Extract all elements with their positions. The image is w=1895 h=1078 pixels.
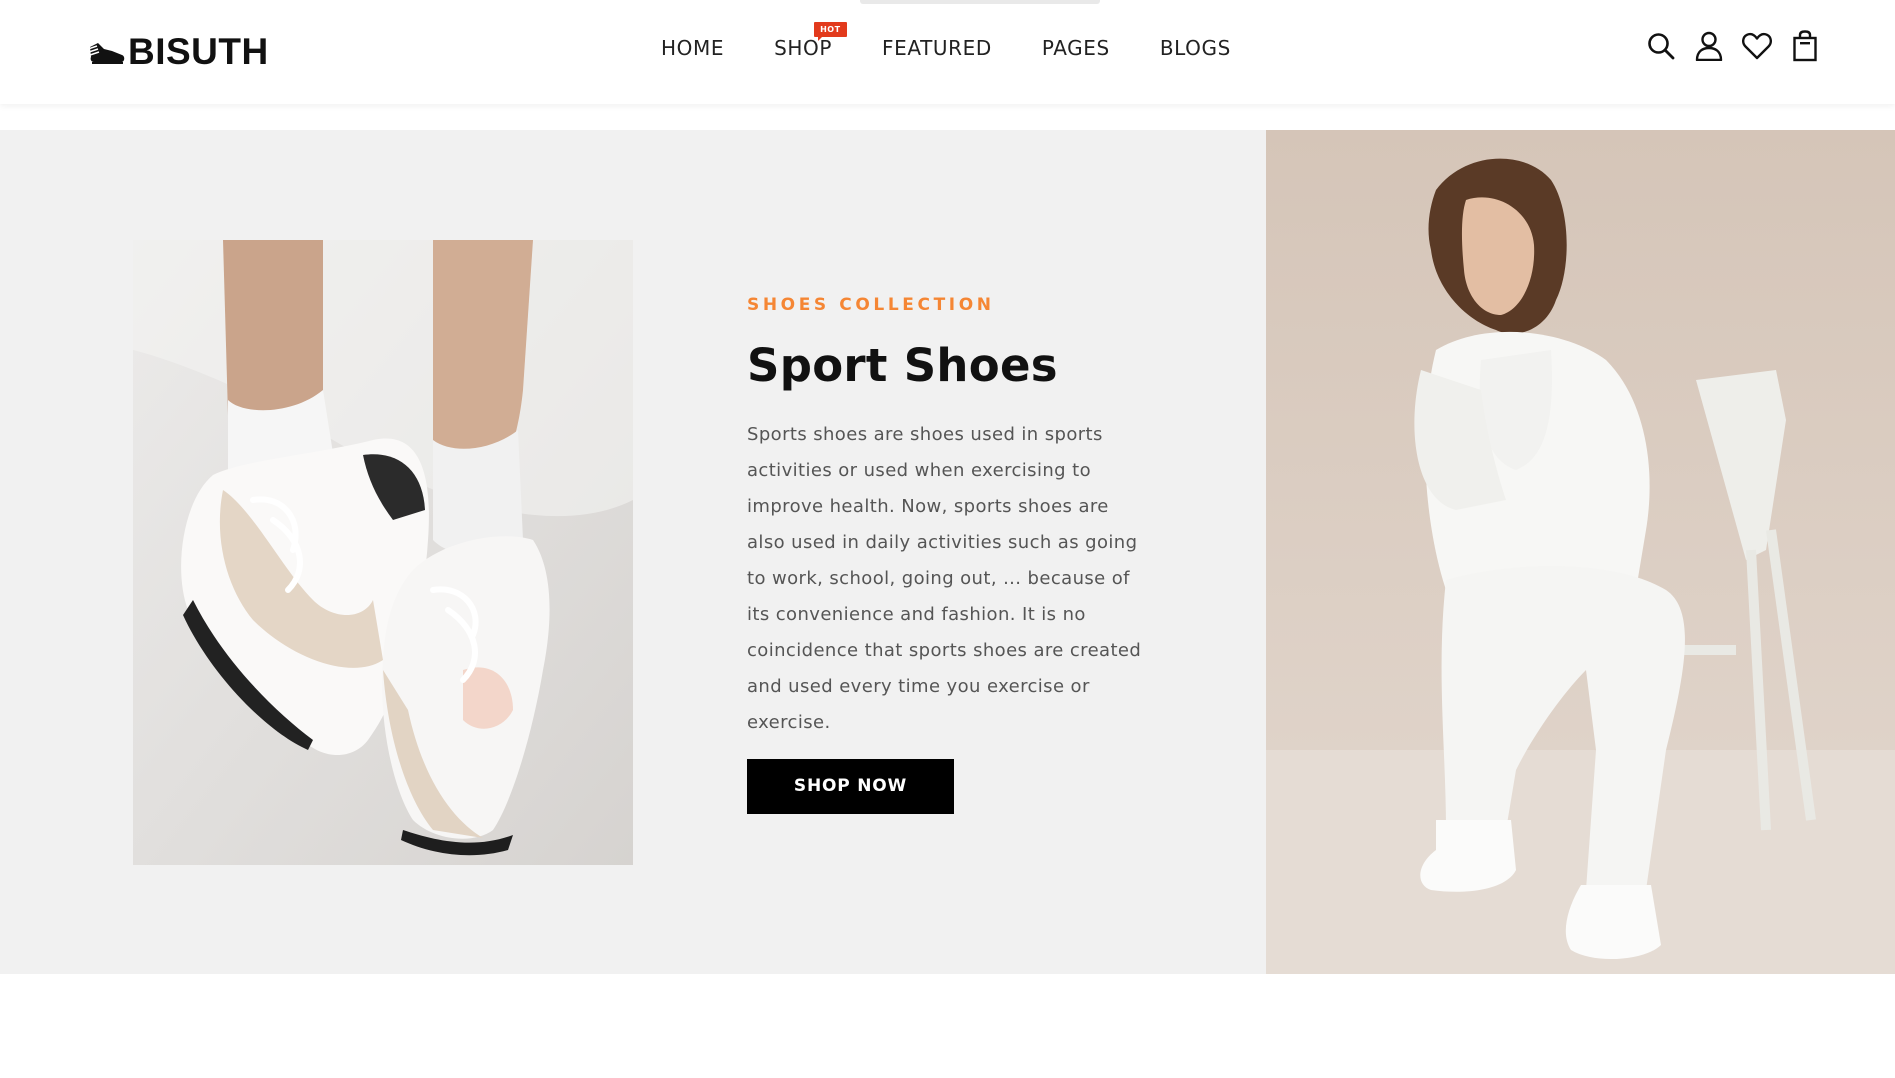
shop-now-button[interactable]: SHOP NOW xyxy=(747,758,954,814)
nav-item-featured[interactable]: FEATURED xyxy=(882,36,992,60)
user-icon[interactable] xyxy=(1694,30,1724,62)
top-progress-strip xyxy=(860,0,1100,4)
nav-item-home[interactable]: HOME xyxy=(661,36,724,60)
hero-content: SHOES COLLECTION Sport Shoes Sports shoe… xyxy=(747,295,1147,814)
sneaker-icon xyxy=(88,43,125,64)
nav-item-shop[interactable]: SHOP HOT xyxy=(774,22,847,60)
main-nav: HOME SHOP HOT FEATURED PAGES BLOGS xyxy=(661,22,1231,60)
sneakers-photo xyxy=(133,240,633,865)
site-header: BISUTH HOME SHOP HOT FEATURED PAGES BLOG… xyxy=(0,0,1895,104)
brand-name: BISUTH xyxy=(128,31,269,72)
shopping-bag-icon[interactable] xyxy=(1790,30,1820,62)
hot-badge: HOT xyxy=(814,22,847,41)
heart-icon[interactable] xyxy=(1742,30,1772,62)
search-icon[interactable] xyxy=(1646,30,1676,62)
model-photo xyxy=(1266,130,1895,974)
nav-item-pages[interactable]: PAGES xyxy=(1042,36,1110,60)
header-icons xyxy=(1646,30,1820,62)
collection-eyebrow: SHOES COLLECTION xyxy=(747,295,995,315)
hero-title: Sport Shoes xyxy=(747,339,1058,392)
hero-description: Sports shoes are shoes used in sports ac… xyxy=(747,423,1142,733)
nav-item-blogs[interactable]: BLOGS xyxy=(1160,36,1231,60)
brand-logo[interactable]: BISUTH xyxy=(88,30,269,74)
nav-item-label: SHOP xyxy=(774,36,833,60)
hero-section: SHOES COLLECTION Sport Shoes Sports shoe… xyxy=(0,130,1895,974)
